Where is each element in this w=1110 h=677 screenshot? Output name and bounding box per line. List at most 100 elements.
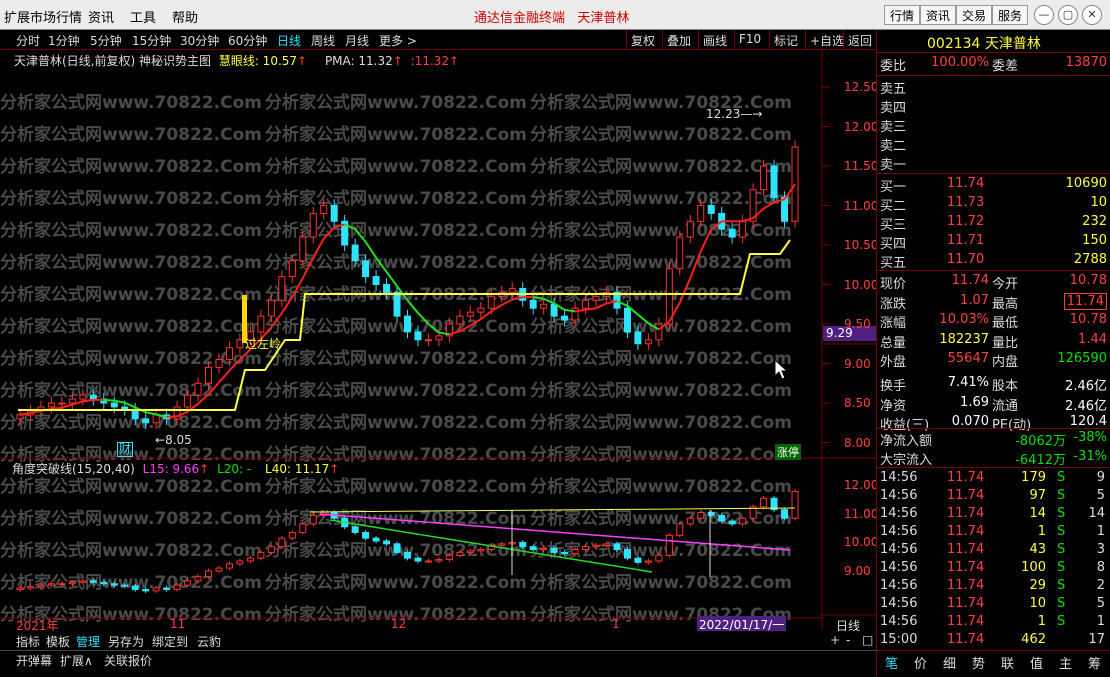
period-daily[interactable]: 日线 xyxy=(277,32,301,49)
quote-tab[interactable]: 联 xyxy=(1001,653,1014,672)
sell-level-row[interactable]: 卖一 xyxy=(877,154,1110,173)
tick-row: 14:56 11.74 97 S 5 xyxy=(877,488,1110,506)
quote-tab[interactable]: 主 xyxy=(1059,653,1072,672)
draw-line-button[interactable]: 画线 xyxy=(698,30,731,49)
candle-body xyxy=(309,212,317,238)
buy-level-row[interactable]: 买二 11.73 10 xyxy=(877,195,1110,214)
quote-button[interactable]: 行情 xyxy=(884,5,921,25)
finance-marker[interactable]: 财 xyxy=(117,442,134,457)
annotation-low: ←8.05 xyxy=(155,433,192,447)
buy-level-row[interactable]: 买四 11.71 150 xyxy=(877,233,1110,252)
quote-tab[interactable]: 价 xyxy=(914,653,927,672)
tab-indicator[interactable]: 指标 xyxy=(16,633,40,650)
tab-save-as[interactable]: 另存为 xyxy=(108,633,144,650)
buy-volume: 10690 xyxy=(1065,176,1107,191)
ind-candle-body xyxy=(550,547,558,553)
tick-side: S xyxy=(1057,542,1066,557)
expand-toggle[interactable]: 扩展∧ xyxy=(60,652,93,669)
tab-bind[interactable]: 绑定到 xyxy=(152,633,188,650)
ind-candle-body xyxy=(665,534,673,556)
buy-level-row[interactable]: 买五 11.70 2788 xyxy=(877,252,1110,271)
mark-button[interactable]: 标记 xyxy=(769,30,802,49)
tick-volume: 10 xyxy=(1029,596,1046,611)
kline-chart-svg[interactable] xyxy=(0,50,876,630)
trade-button[interactable]: 交易 xyxy=(956,5,993,25)
candle-body xyxy=(435,335,443,341)
tab-template[interactable]: 模板 xyxy=(46,633,70,650)
buy-level-row[interactable]: 买一 11.74 10690 xyxy=(877,176,1110,195)
service-button[interactable]: 服务 xyxy=(992,5,1029,25)
ind-candle-body xyxy=(676,523,684,536)
related-quote-button[interactable]: 关联报价 xyxy=(104,652,152,669)
quote-tab[interactable]: 值 xyxy=(1030,653,1043,672)
ind-candle-body xyxy=(602,543,610,546)
stat-value2: 2.46亿 xyxy=(1065,379,1107,394)
weibi-row: 委比 100.00% 委差 13870 xyxy=(880,55,1107,74)
quote-tab[interactable]: 笔 xyxy=(885,653,898,672)
zoom-in-button[interactable]: + xyxy=(830,633,840,647)
period-1min[interactable]: 1分钟 xyxy=(48,32,80,49)
flow-label: 净流入额 xyxy=(880,434,933,449)
period-monthly[interactable]: 月线 xyxy=(345,32,369,49)
adjust-button[interactable]: 复权 xyxy=(626,30,659,49)
trend-line-segment xyxy=(417,312,430,325)
candle-body xyxy=(728,228,736,238)
sell-level-row[interactable]: 卖五 xyxy=(877,78,1110,97)
danmaku-toggle[interactable]: 开弹幕 xyxy=(16,652,52,669)
tab-manage[interactable]: 管理 xyxy=(76,633,100,650)
tab-cloud[interactable]: 云豹 xyxy=(197,633,221,650)
trend-line-segment xyxy=(103,398,115,402)
quote-tab[interactable]: 细 xyxy=(943,653,956,672)
stat-label: 外盘 xyxy=(880,355,907,371)
period-weekly[interactable]: 周线 xyxy=(311,32,335,49)
restore-icon[interactable]: ▢ xyxy=(1058,5,1078,25)
ind-candle-body xyxy=(686,517,694,525)
menu-help[interactable]: 帮助 xyxy=(172,7,198,26)
ind-candle-body xyxy=(781,509,789,519)
quote-tab[interactable]: 筹 xyxy=(1088,653,1101,672)
buy-level-label: 买三 xyxy=(880,218,907,233)
period-15min[interactable]: 15分钟 xyxy=(132,32,171,49)
tick-row: 14:56 11.74 43 S 3 xyxy=(877,542,1110,560)
news-button[interactable]: 资讯 xyxy=(920,5,957,25)
trend-line-segment xyxy=(689,250,702,279)
menu-extended-market[interactable]: 扩展市场行情 xyxy=(4,7,82,26)
f10-button[interactable]: F10 xyxy=(734,30,765,49)
candle-body xyxy=(404,315,411,333)
period-60min[interactable]: 60分钟 xyxy=(228,32,267,49)
quote-tab[interactable]: 势 xyxy=(972,653,985,672)
stat-value: 7.41% xyxy=(947,375,989,390)
period-tick[interactable]: 分时 xyxy=(16,32,40,49)
overlay-button[interactable]: 叠加 xyxy=(662,30,695,49)
buy-level-row[interactable]: 买三 11.72 232 xyxy=(877,214,1110,233)
stat-value2: 2.46亿 xyxy=(1065,398,1107,414)
candle-body xyxy=(225,347,233,361)
menu-news[interactable]: 资讯 xyxy=(88,7,114,26)
period-more[interactable]: 更多 > xyxy=(379,32,417,49)
sell-level-row[interactable]: 卖二 xyxy=(877,135,1110,154)
sell-level-row[interactable]: 卖三 xyxy=(877,116,1110,135)
menu-tools[interactable]: 工具 xyxy=(130,7,156,26)
candle-body xyxy=(267,299,275,317)
sell-level-label: 卖五 xyxy=(880,82,907,97)
candle-body xyxy=(362,260,370,278)
minimize-icon[interactable]: — xyxy=(1034,5,1054,25)
tick-row: 14:56 11.74 1 S 1 xyxy=(877,614,1110,632)
tick-count: 14 xyxy=(1088,506,1105,521)
zoom-out-button[interactable]: - xyxy=(846,633,850,647)
close-icon[interactable]: ✕ xyxy=(1082,5,1102,25)
limit-up-marker: 涨停 xyxy=(775,444,801,460)
candle-body xyxy=(550,303,558,317)
period-5min[interactable]: 5分钟 xyxy=(90,32,122,49)
add-watchlist-button[interactable]: +自选 xyxy=(805,30,848,49)
kline-chart-area[interactable]: 分析家公式网www.70822.Com 分析家公式网www.70822.Com 分析… xyxy=(0,50,878,657)
ind-candle-body xyxy=(697,512,705,519)
period-30min[interactable]: 30分钟 xyxy=(180,32,219,49)
buy-level-label: 买四 xyxy=(880,237,907,252)
l15-label: L15: 9.66 xyxy=(142,462,200,476)
ind-candle-body xyxy=(393,543,401,553)
fit-button[interactable]: □ xyxy=(862,633,873,647)
back-button[interactable]: 返回 xyxy=(843,30,876,49)
sell-level-row[interactable]: 卖四 xyxy=(877,97,1110,116)
candle-body xyxy=(121,406,129,410)
